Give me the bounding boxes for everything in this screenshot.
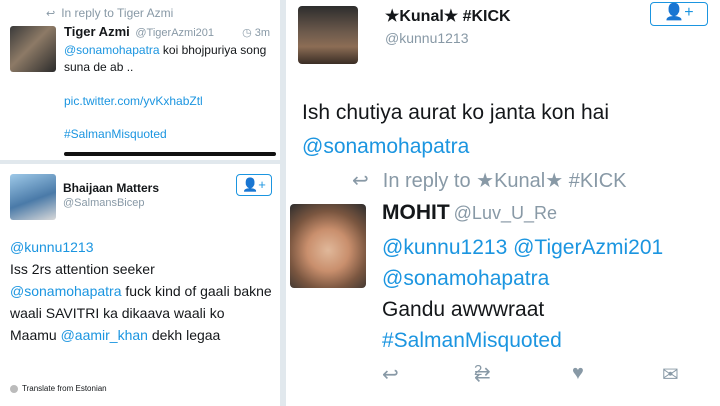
mention-link[interactable]: @sonamohapatra [64,43,160,57]
follow-button[interactable]: 👤+ [236,174,272,196]
tweet-line: Iss 2rs attention seeker [10,261,155,277]
author-name[interactable]: Bhaijaan Matters [63,181,159,195]
reply-author-line: MOHIT @Luv_U_Re [382,201,557,225]
mention-link[interactable]: @aamir_khan [61,327,148,343]
in-reply-to-label: In reply to Tiger Azmi [61,6,174,20]
globe-icon [10,384,18,393]
author-handle[interactable]: @kunnu1213 [385,30,469,46]
tweet-card-bhaijaan-matters: Bhaijaan Matters @SalmansBicep 👤+ @kunnu… [0,164,280,406]
avatar[interactable] [298,6,358,64]
translate-link[interactable]: Translate from Estonian [10,384,107,393]
avatar[interactable] [10,174,56,220]
timestamp[interactable]: ◷ 3m [242,26,270,39]
retweet-count: 2 [474,362,483,379]
pic-link[interactable]: pic.twitter.com/yvKxhabZtl [64,94,203,108]
reply-author-handle[interactable]: @Luv_U_Re [454,203,557,223]
mention-link[interactable]: @kunnu1213 @TigerAzmi201 [382,232,717,263]
tweet-text: Ish chutiya aurat ko janta kon hai @sona… [302,96,609,164]
in-reply-to[interactable]: ↩ In reply to ★Kunal★ #KICK [352,168,627,193]
tweet-card-kunal: ★Kunal★ #KICK @kunnu1213 👤+ Ish chutiya … [286,0,720,406]
follow-user-icon: 👤+ [664,4,694,21]
tweet-line: @sonamohapatra fuck kind of gaali bakne … [10,280,275,324]
mention-link[interactable]: @kunnu1213 [10,236,275,258]
tweet-line: Ish chutiya aurat ko janta kon hai [302,101,610,124]
in-reply-to-label: In reply to ★Kunal★ #KICK [382,170,627,192]
author-line: Tiger Azmi @TigerAzmi201 [64,24,214,39]
hashtag-link[interactable]: #SalmanMisquoted [64,127,167,141]
tweet-text: @kunnu1213 Iss 2rs attention seeker @son… [10,236,275,346]
reply-arrow-icon: ↩ [46,8,56,20]
reply-arrow-icon: ↩ [352,170,369,192]
reply-author-name[interactable]: MOHIT [382,201,450,224]
hashtag-link[interactable]: #SalmanMisquoted [382,325,717,356]
direct-message-icon[interactable]: ✉ [662,362,679,387]
tweet-actions: ↩ ⇄ 2 ♥ ✉ [382,362,702,390]
avatar[interactable] [10,26,56,72]
follow-button[interactable]: 👤+ [650,2,708,26]
tweet-text-body: dekh legaa [147,327,221,343]
tweet-text-body: Maamu [10,327,61,343]
mention-link[interactable]: @sonamohapatra [302,130,609,164]
tweet-text: @sonamohapatra koi bhojpuriya song suna … [64,42,269,76]
tweet-card-tiger-azmi: ↩ In reply to Tiger Azmi Tiger Azmi @Tige… [0,0,280,160]
reply-text: @kunnu1213 @TigerAzmi201 @sonamohapatra … [382,232,717,356]
media-strip [64,152,276,156]
mention-link[interactable]: @sonamohapatra [382,263,717,294]
author-handle[interactable]: @SalmansBicep [63,197,144,209]
like-icon[interactable]: ♥ [572,362,584,385]
follow-user-icon: 👤+ [242,177,266,192]
in-reply-to[interactable]: ↩ In reply to Tiger Azmi [46,6,173,20]
translate-label: Translate from Estonian [22,384,107,393]
author-handle[interactable]: @TigerAzmi201 [135,27,214,39]
tweet-line: Maamu @aamir_khan dekh legaa [10,324,275,346]
clock-icon: ◷ [242,27,255,39]
reply-line: Gandu awwwraat [382,298,545,321]
author-name[interactable]: Tiger Azmi [64,24,130,39]
mention-link[interactable]: @sonamohapatra [10,283,122,299]
reply-icon[interactable]: ↩ [382,362,399,387]
timestamp-label: 3m [254,27,270,39]
author-name[interactable]: ★Kunal★ #KICK [385,6,511,26]
avatar[interactable] [290,204,366,288]
